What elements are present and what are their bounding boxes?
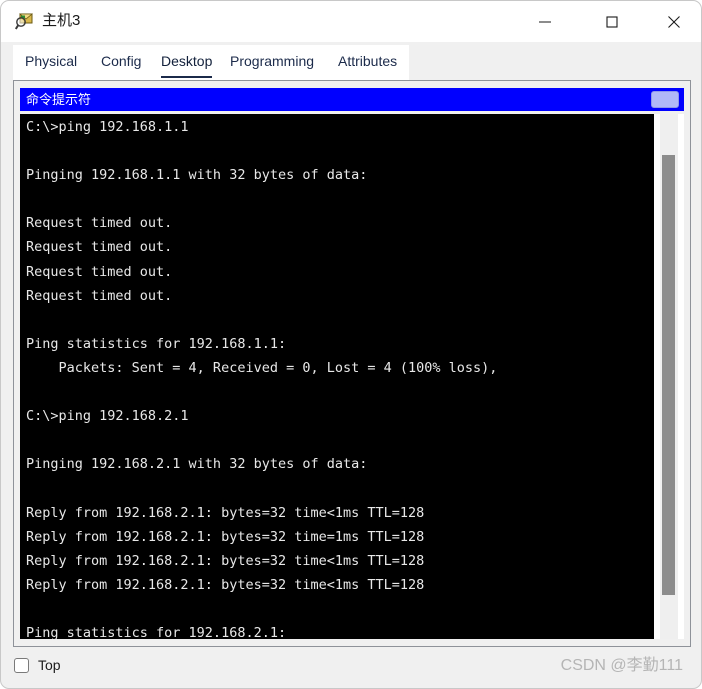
minimize-icon [539,20,551,23]
host-properties-window: 主机3 Physical Config Desktop Programming … [0,0,702,689]
tab-label: Programming [230,53,315,69]
terminal-text: C:\>ping 192.168.1.1 Pinging 192.168.1.1… [26,119,498,639]
close-button[interactable] [651,1,697,42]
tab-attributes[interactable]: Attributes [338,45,397,80]
command-prompt-titlebar: 命令提示符 [20,88,684,111]
desktop-tab-panel: 命令提示符 C:\>ping 192.168.1.1 Pinging 192.1… [13,80,691,647]
csdn-watermark: CSDN @李勤111 [560,657,683,674]
packet-tracer-pc-icon [14,12,34,31]
command-prompt-window: 命令提示符 C:\>ping 192.168.1.1 Pinging 192.1… [20,88,684,639]
tab-label: Attributes [338,53,398,69]
minimize-button[interactable] [522,1,568,42]
terminal-scrollbar[interactable] [654,114,684,639]
maximize-button[interactable] [589,1,635,42]
tab-label: Config [101,53,142,69]
command-prompt-close-button[interactable] [651,91,679,108]
command-prompt-title: 命令提示符 [26,92,92,107]
window-titlebar: 主机3 [1,1,701,42]
terminal-container: C:\>ping 192.168.1.1 Pinging 192.168.1.1… [20,114,684,639]
tab-physical[interactable]: Physical [25,45,77,80]
terminal-output-area[interactable]: C:\>ping 192.168.1.1 Pinging 192.168.1.1… [20,114,654,639]
top-checkbox-label: Top [38,657,61,673]
close-icon [668,15,680,28]
maximize-icon [606,15,618,28]
tab-bar: Physical Config Desktop Programming Attr… [13,45,409,80]
tab-desktop[interactable]: Desktop [161,45,213,80]
tab-programming[interactable]: Programming [230,45,314,80]
tab-label: Physical [25,53,78,69]
bottom-bar: Top CSDN @李勤111 [13,653,691,683]
window-title: 主机3 [42,12,81,29]
top-checkbox[interactable] [14,658,29,673]
tab-config[interactable]: Config [101,45,141,80]
scrollbar-thumb[interactable] [662,155,675,595]
tab-label: Desktop [161,53,213,69]
